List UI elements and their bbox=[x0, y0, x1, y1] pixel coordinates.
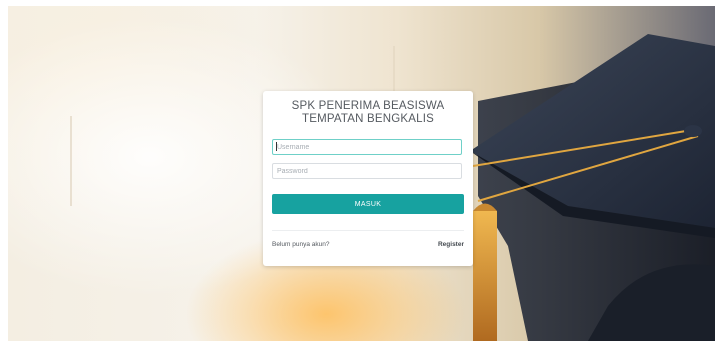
background-image: SPK PENERIMA BEASISWA TEMPATAN BENGKALIS… bbox=[8, 6, 715, 341]
password-field[interactable] bbox=[272, 163, 462, 179]
title-line-2: TEMPATAN BENGKALIS bbox=[301, 113, 435, 125]
username-field[interactable] bbox=[272, 139, 462, 155]
text-caret bbox=[276, 142, 277, 151]
register-link[interactable]: Register bbox=[438, 241, 464, 248]
login-button[interactable]: MASUK bbox=[272, 194, 464, 214]
divider bbox=[272, 230, 464, 231]
login-card: SPK PENERIMA BEASISWA TEMPATAN BENGKALIS… bbox=[263, 91, 473, 266]
no-account-text: Belum punya akun? bbox=[272, 241, 330, 248]
title-line-1: SPK PENERIMA BEASISWA bbox=[291, 100, 445, 112]
page-title: SPK PENERIMA BEASISWA TEMPATAN BENGKALIS bbox=[263, 100, 473, 126]
